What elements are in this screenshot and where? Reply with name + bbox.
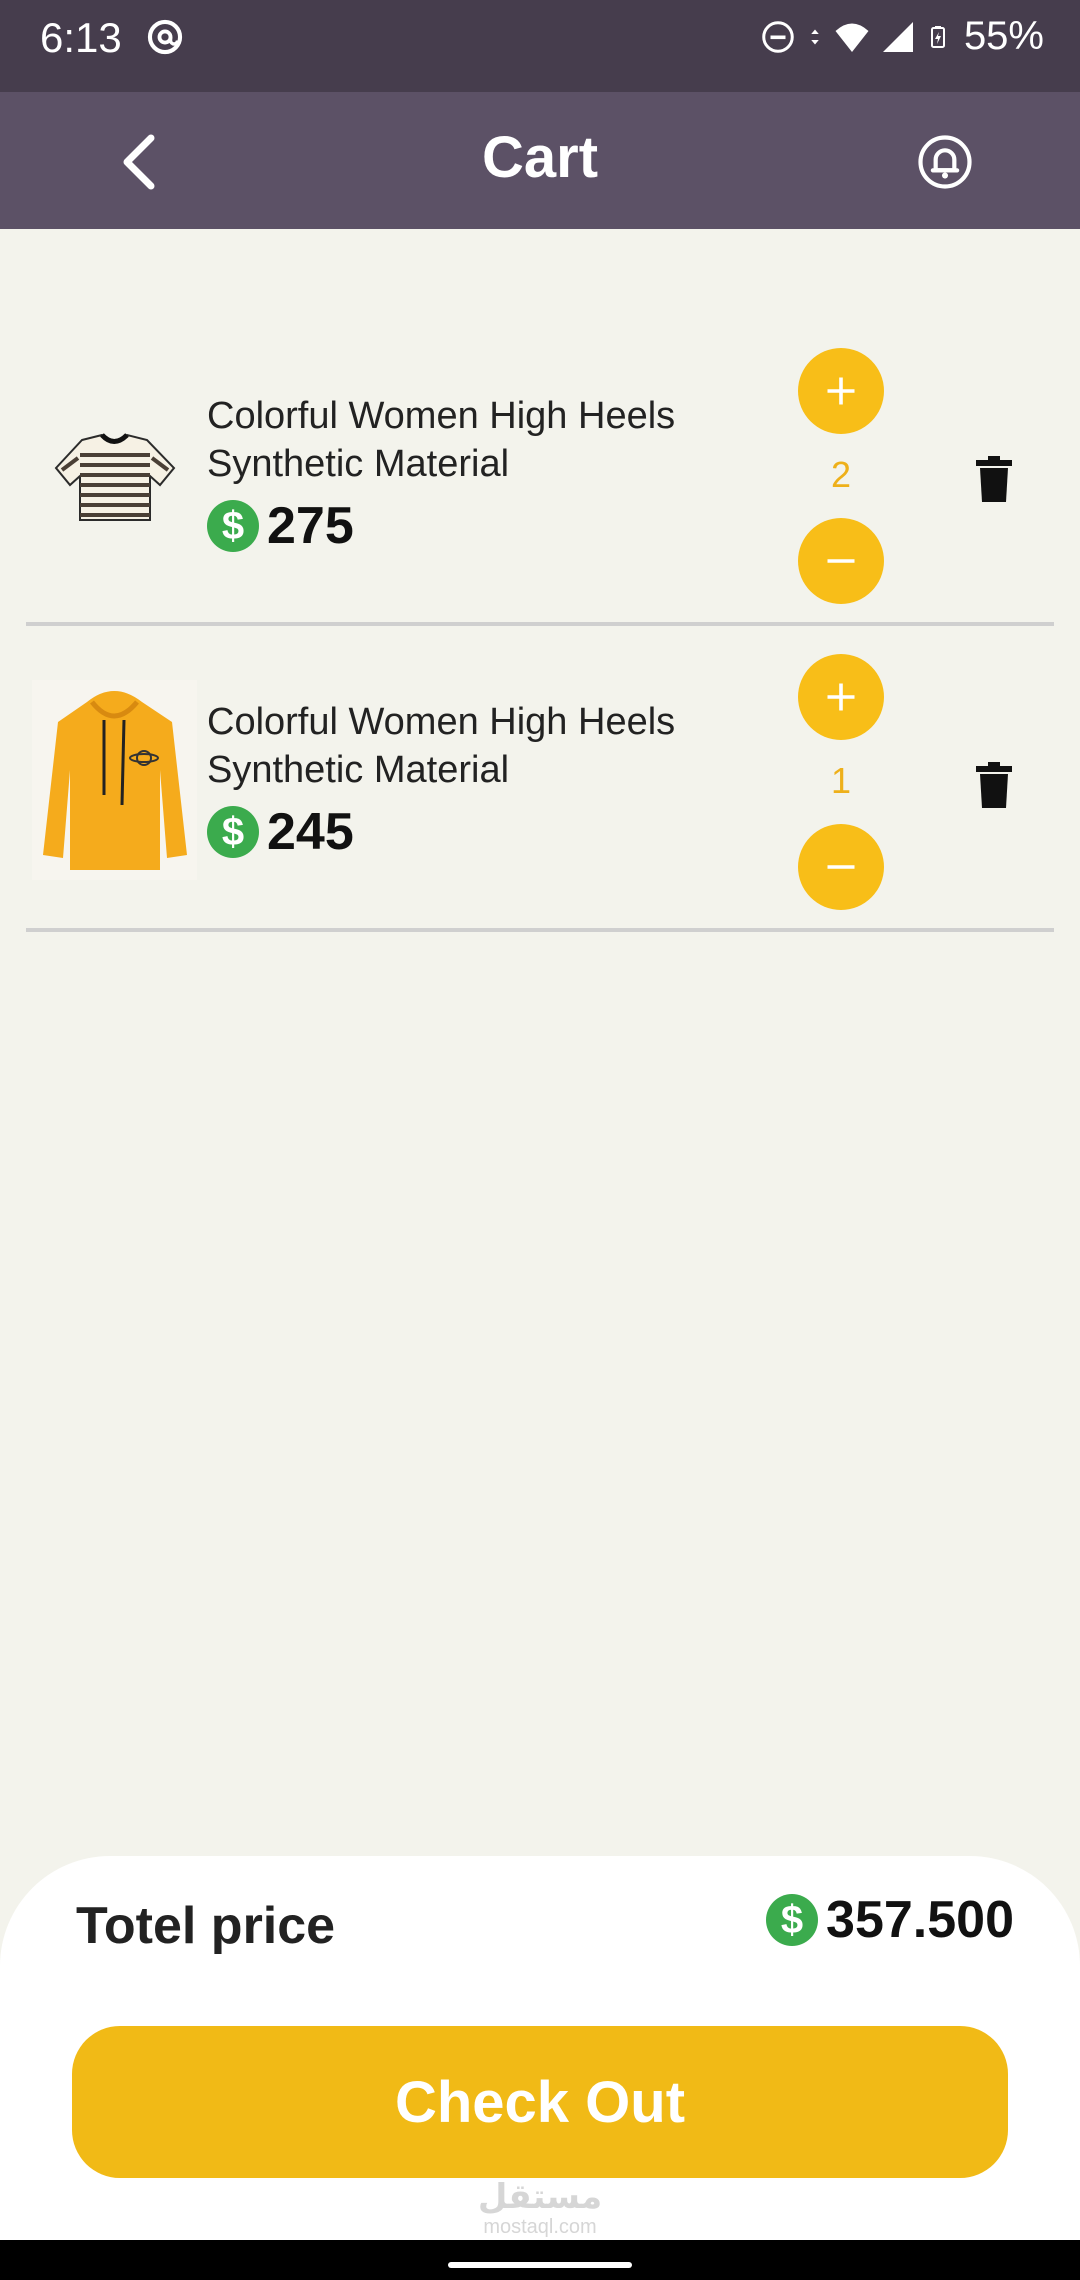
notifications-button[interactable] — [910, 112, 980, 212]
divider — [26, 928, 1054, 932]
item-name: Colorful Women High Heels Synthetic Mate… — [207, 701, 676, 791]
item-name: Colorful Women High Heels Synthetic Mate… — [207, 395, 676, 485]
checkout-panel: Totel price $ 357.500 Check Out مستقل mo… — [0, 1856, 1080, 2240]
quantity-value: 2 — [830, 454, 852, 495]
watermark: مستقل mostaql.com — [477, 2178, 603, 2238]
home-gesture-handle[interactable] — [448, 2262, 632, 2268]
dollar-icon: $ — [207, 806, 259, 858]
total-label: Totel price — [76, 1897, 336, 1955]
battery-charging-icon — [930, 25, 945, 48]
increase-quantity-button[interactable] — [798, 348, 884, 434]
signal-icon — [882, 21, 913, 52]
status-bar: 6:13 55% — [0, 0, 1080, 92]
status-time: 6:13 — [40, 14, 122, 61]
trash-icon[interactable] — [974, 455, 1014, 505]
data-arrows-icon — [811, 29, 819, 44]
increase-quantity-button[interactable] — [798, 654, 884, 740]
quantity-value: 1 — [830, 760, 852, 801]
item-price: $ 245 — [207, 802, 354, 862]
total-price: $ 357.500 — [766, 1890, 1014, 1950]
plus-icon — [827, 683, 855, 711]
checkout-button[interactable]: Check Out — [72, 2026, 1008, 2178]
bell-icon — [918, 135, 972, 189]
minus-icon — [827, 559, 855, 563]
navigation-bar — [0, 2240, 1080, 2280]
battery-percent: 55% — [963, 14, 1044, 58]
decrease-quantity-button[interactable] — [798, 824, 884, 910]
at-icon — [147, 19, 183, 55]
app-bar: Cart — [0, 92, 1080, 229]
yellow-hoodie-image[interactable] — [32, 680, 197, 880]
dollar-icon: $ — [766, 1894, 819, 1946]
trash-icon[interactable] — [974, 761, 1014, 811]
minus-icon — [827, 865, 855, 869]
wifi-icon — [835, 23, 869, 52]
striped-crop-tee-image[interactable] — [32, 410, 197, 610]
cart-item: Colorful Women High Heels Synthetic Mate… — [0, 330, 1080, 630]
plus-icon — [827, 377, 855, 405]
item-price: $ 275 — [207, 496, 354, 556]
decrease-quantity-button[interactable] — [798, 518, 884, 604]
dollar-icon: $ — [207, 500, 259, 552]
divider — [26, 622, 1054, 626]
cart-item: Colorful Women High Heels Synthetic Mate… — [0, 636, 1080, 936]
dnd-icon — [762, 20, 794, 53]
